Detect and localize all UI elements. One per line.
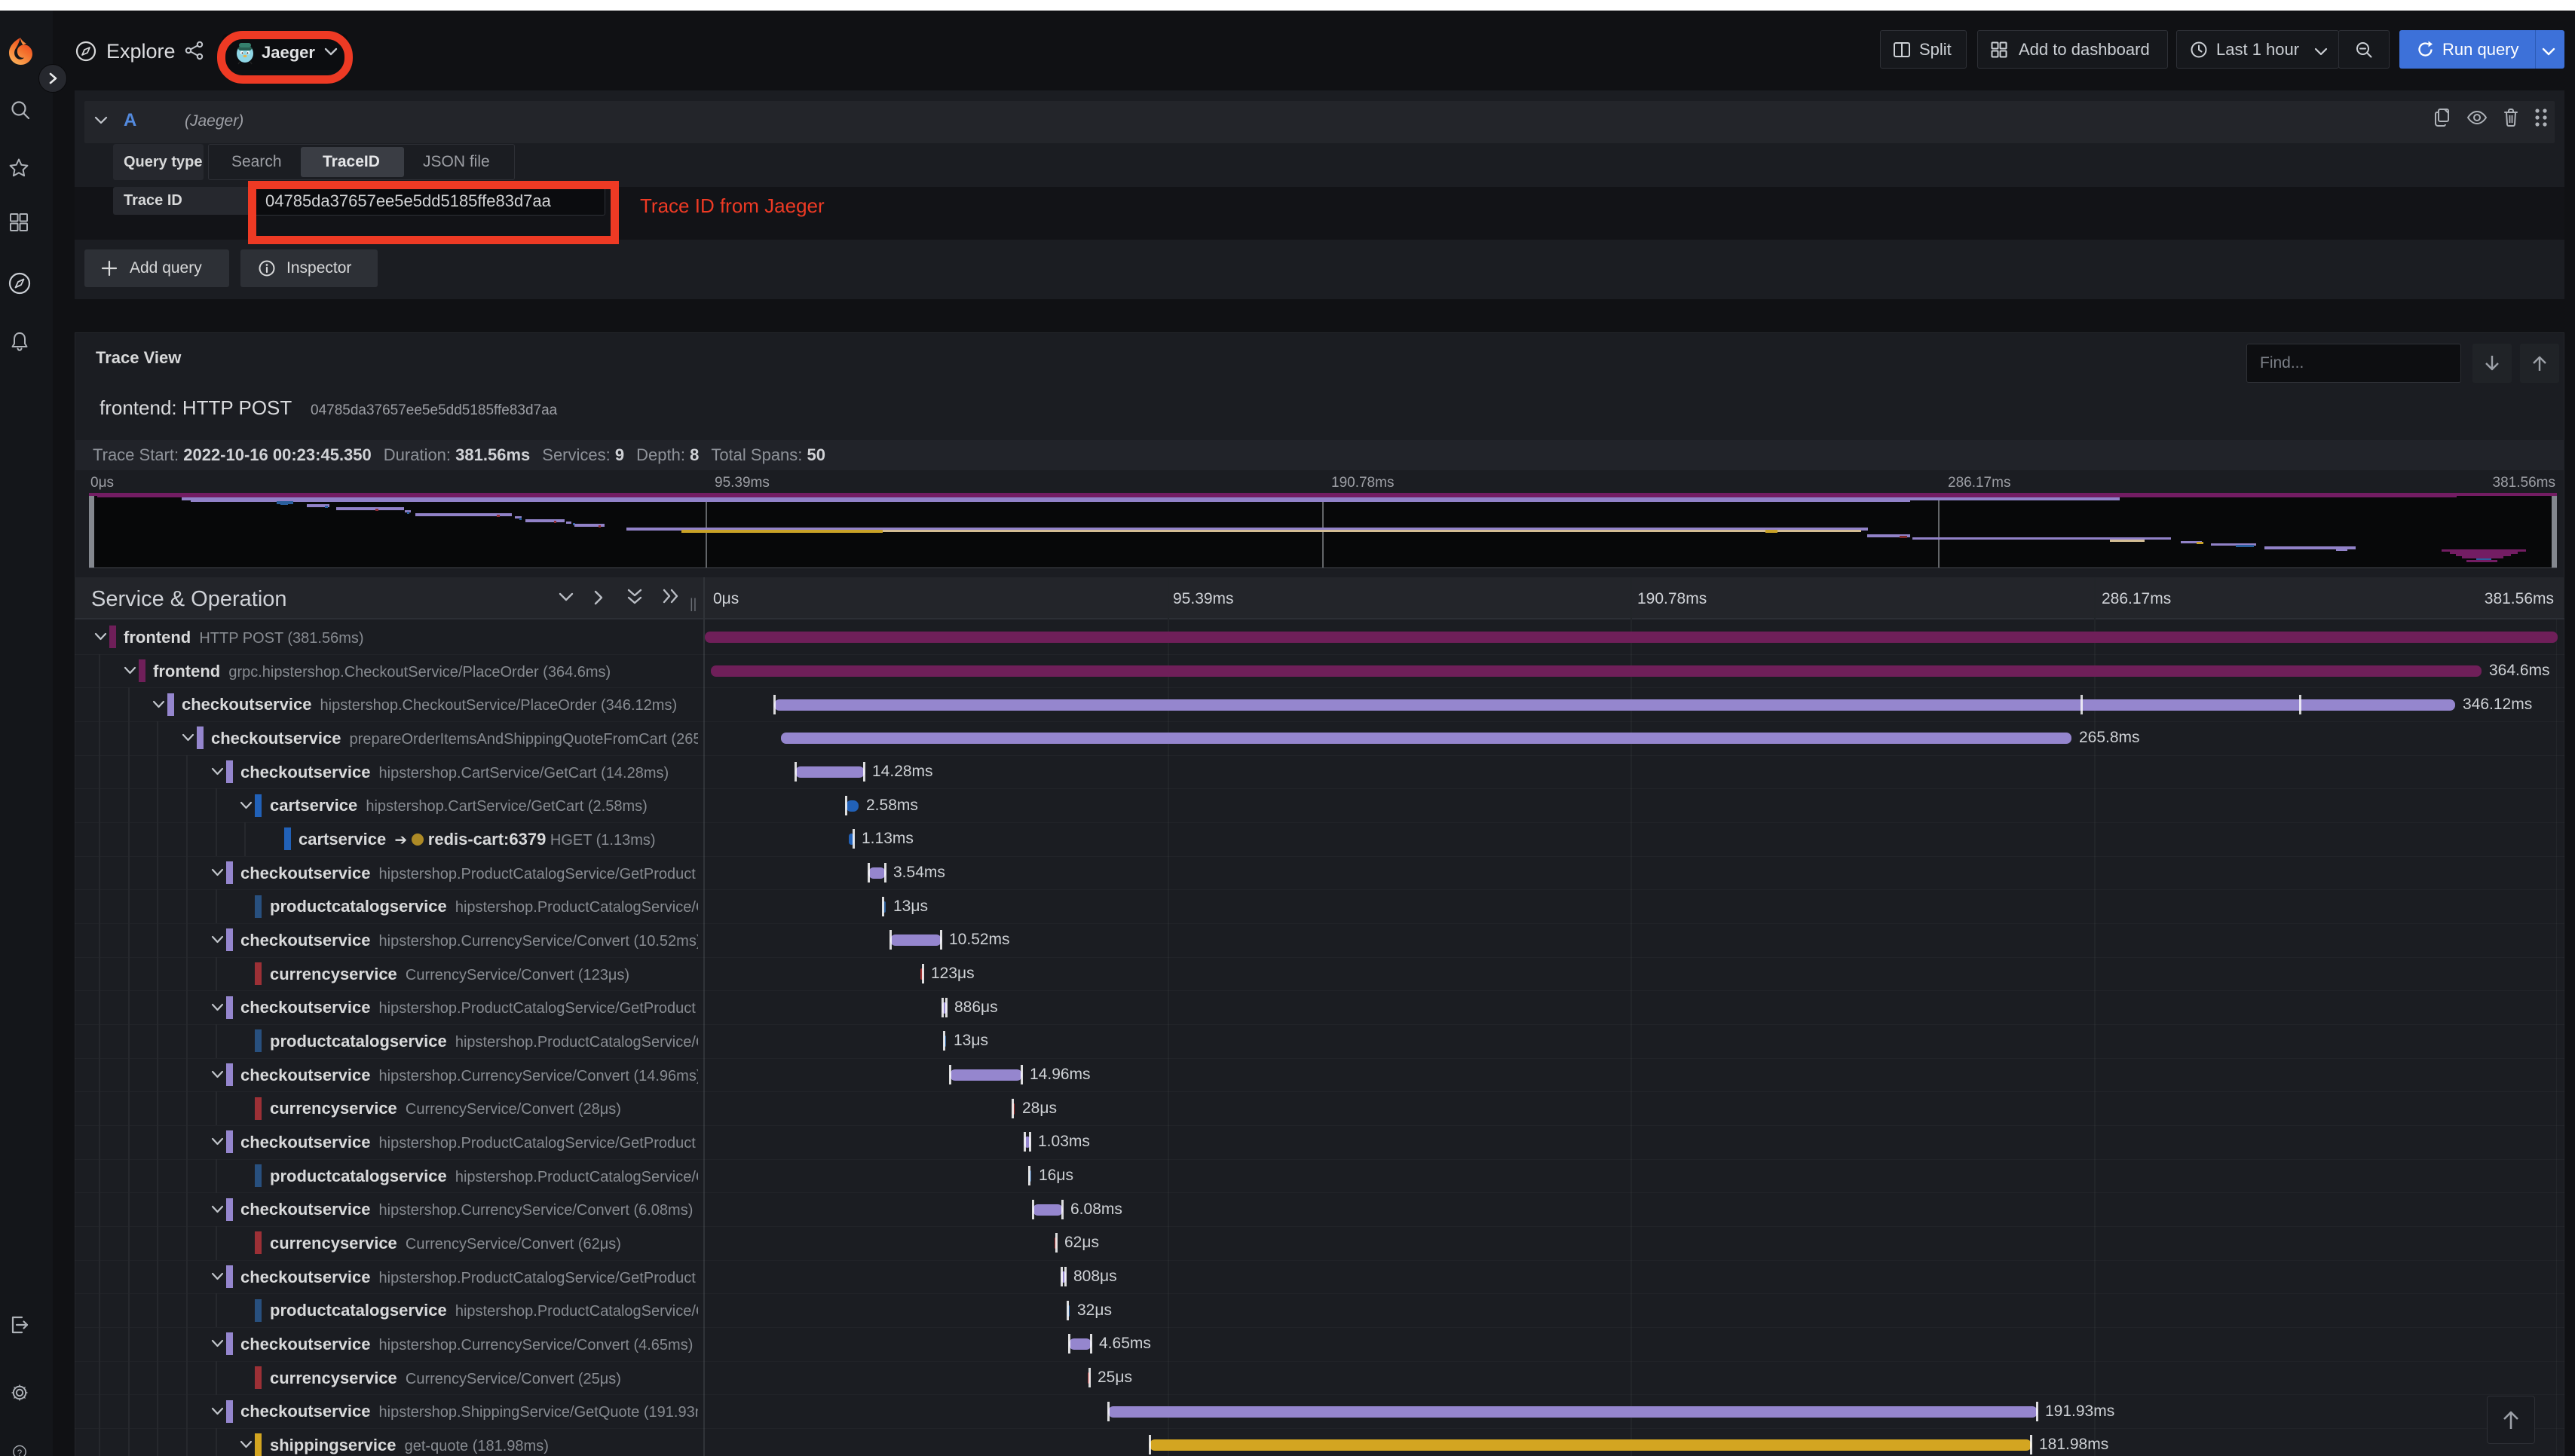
svg-text:?: ?	[17, 1449, 22, 1456]
